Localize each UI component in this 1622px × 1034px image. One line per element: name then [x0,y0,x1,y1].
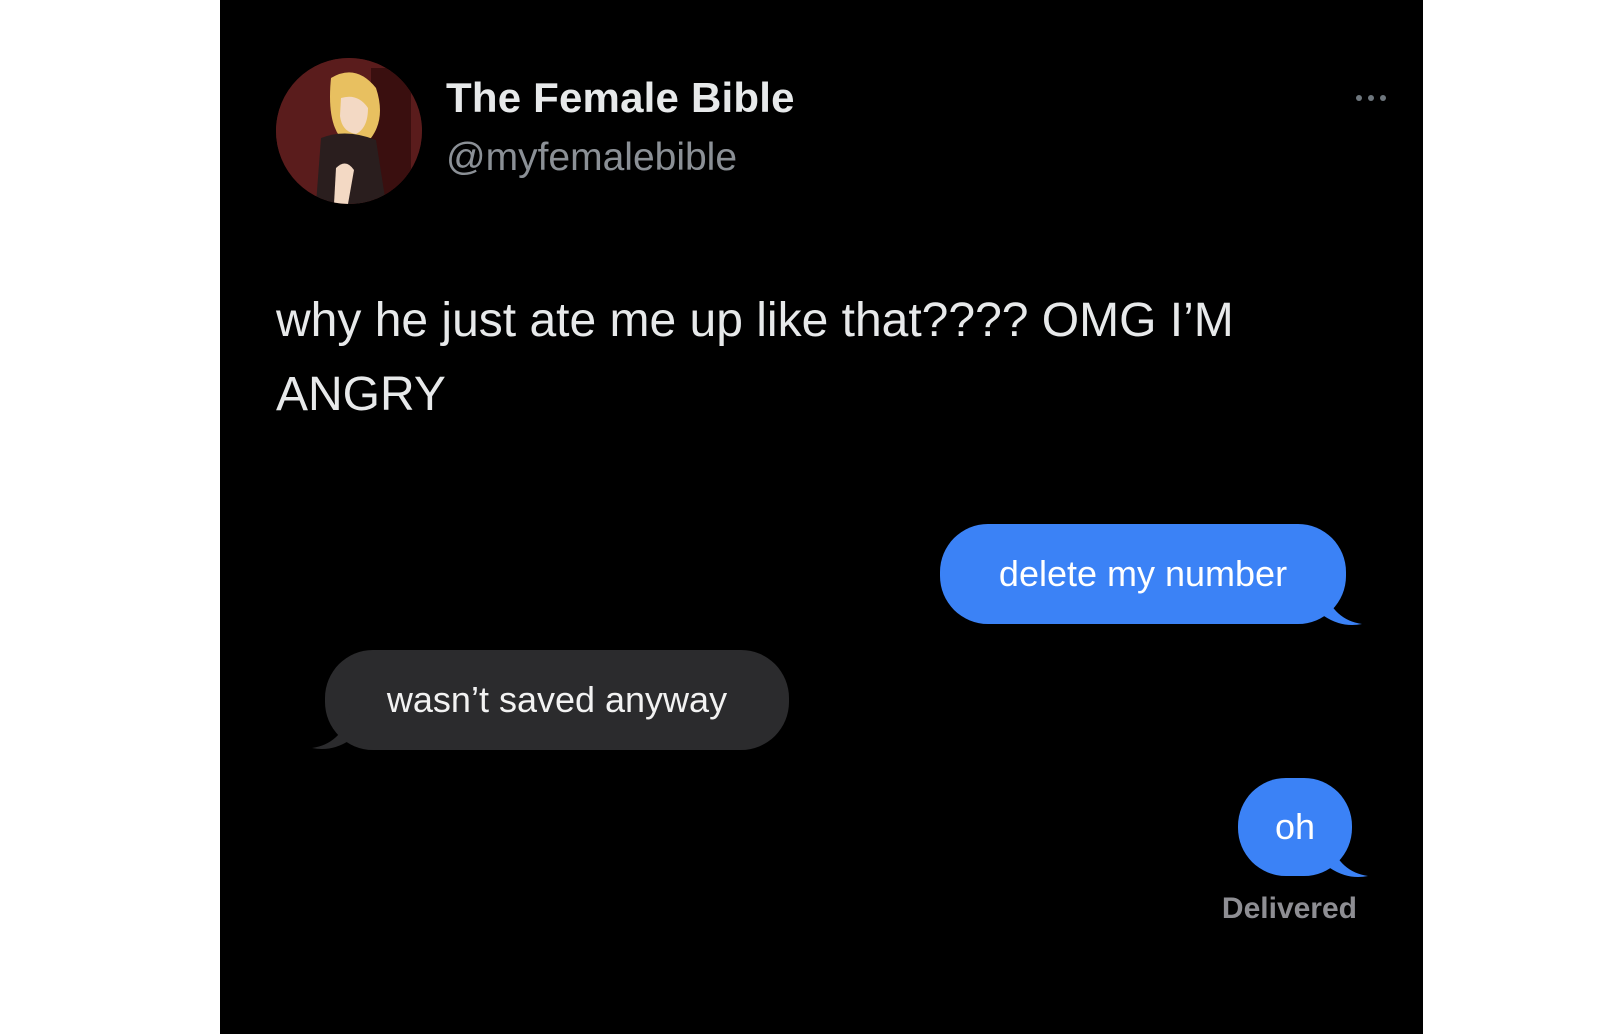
dot [1380,95,1386,101]
display-name[interactable]: The Female Bible [446,74,795,122]
user-handle[interactable]: @myfemalebible [446,136,737,180]
profile-avatar[interactable] [276,58,422,204]
message-bubble-received: wasn’t saved anyway [325,650,789,750]
bubble-tail [1330,842,1368,877]
dot [1356,95,1362,101]
tweet-text: why he just ate me up like that???? OMG … [276,294,1234,421]
screenshot-panel: The Female Bible @myfemalebible why he j… [220,0,1423,1034]
bubble-tail [1324,590,1362,625]
message-bubble-sent: delete my number [940,524,1346,624]
anime-girl-avatar-icon [276,58,422,204]
more-options-icon[interactable] [1356,92,1400,104]
dot [1368,95,1374,101]
delivered-status: Delivered [1221,892,1357,925]
bubble-tail [312,714,350,749]
